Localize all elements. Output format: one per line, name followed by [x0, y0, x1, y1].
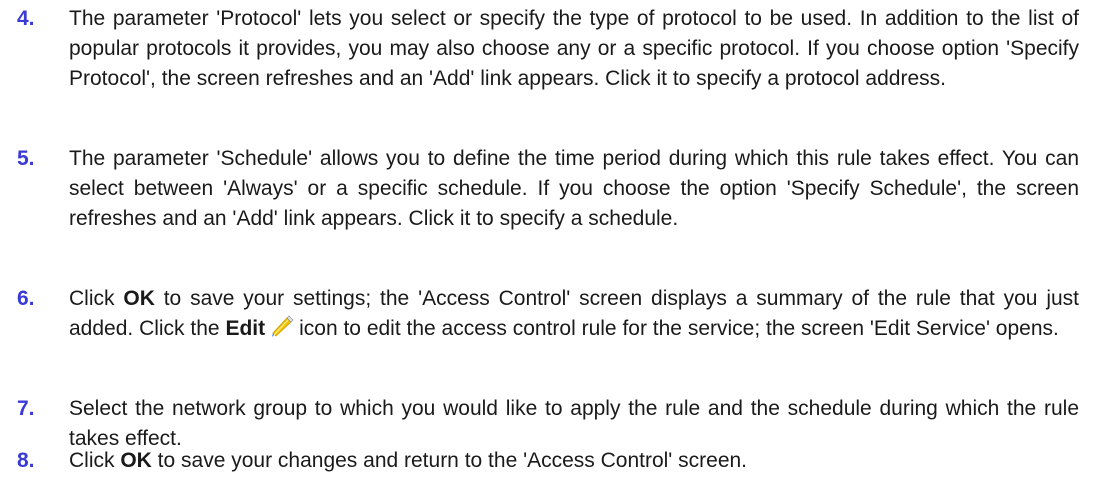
step-number: 4. — [17, 7, 35, 30]
step-number: 7. — [17, 397, 35, 420]
step-text-part: to save your changes and return to the '… — [151, 449, 748, 472]
step-number: 6. — [17, 287, 35, 310]
step-number: 8. — [17, 449, 35, 472]
step-text: Click OK to save your changes and return… — [69, 446, 1079, 476]
step-text: Click OK to save your settings; the 'Acc… — [69, 284, 1079, 344]
step-text: The parameter 'Schedule' allows you to d… — [69, 147, 1079, 230]
step-text-part: Click — [69, 287, 124, 310]
pencil-edit-icon — [269, 314, 295, 338]
step-number: 5. — [17, 147, 35, 170]
ok-emphasis: OK — [123, 287, 155, 310]
step-text-part: icon to edit the access control rule for… — [299, 317, 1059, 340]
step-text: The parameter 'Protocol' lets you select… — [69, 7, 1079, 90]
ok-emphasis: OK — [120, 449, 152, 472]
step-text-part: Click — [69, 449, 121, 472]
edit-emphasis: Edit — [225, 317, 266, 340]
step-text: Select the network group to which you wo… — [69, 397, 1079, 450]
